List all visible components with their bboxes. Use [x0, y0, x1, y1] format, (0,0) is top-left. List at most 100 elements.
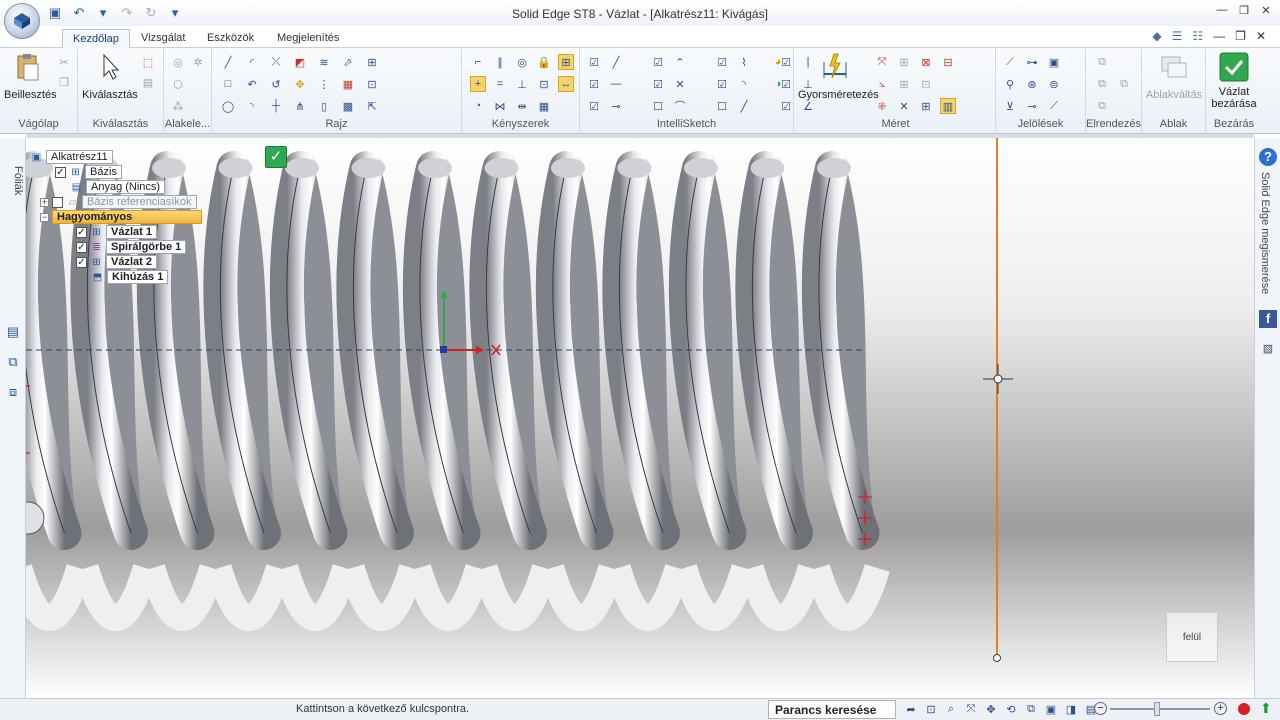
collapse-icon[interactable]: − [40, 212, 49, 222]
is-check-7[interactable]: ☑ [714, 76, 730, 92]
select-button[interactable]: Kiválasztás [82, 52, 138, 101]
callout-icon[interactable]: ⟋ [1002, 54, 1018, 70]
fill-icon[interactable]: ◩ [292, 54, 308, 70]
pathfinder-icon[interactable]: ▤ [4, 324, 22, 342]
move-icon[interactable]: ✥ [292, 76, 308, 92]
split-icon[interactable]: ⋮ [316, 76, 332, 92]
tree-item-sketch1[interactable]: ✓ ⊞ Vázlat 1 [76, 225, 157, 239]
arrange-3-icon[interactable]: ⧉ [1116, 76, 1132, 92]
sketch-view-icon[interactable]: ▣ [1044, 702, 1058, 716]
smart-dimension-button[interactable]: Gyorsméretezés [798, 52, 879, 101]
expand-icon[interactable]: + [40, 197, 49, 207]
tree-item-material[interactable]: ▤ Anyag (Nincs) [70, 180, 166, 194]
collinear-icon[interactable]: ⇹ [514, 98, 530, 114]
help-icon[interactable]: ? [1259, 148, 1277, 166]
dim-4-icon[interactable]: ⊟ [940, 54, 956, 70]
tab-vizsgalat[interactable]: Vizsgálat [131, 29, 195, 49]
weld-icon[interactable]: ⊜ [1046, 76, 1062, 92]
doc-close-icon[interactable]: ✕ [1256, 29, 1266, 43]
split-curve-icon[interactable]: ┼ [268, 98, 284, 114]
line-icon[interactable]: ╱ [220, 54, 236, 70]
balloon-icon[interactable]: ⊶ [1024, 54, 1040, 70]
dim-6-icon[interactable]: ⊞ [896, 76, 912, 92]
intersection-icon[interactable]: ⊡ [364, 76, 380, 92]
minimize-icon[interactable]: — [1216, 4, 1228, 17]
tab-kezdolap[interactable]: Kezdőlap [62, 29, 130, 49]
equal-icon[interactable]: = [492, 76, 508, 92]
graphics-window[interactable] [26, 138, 1254, 698]
tab-megjelenites[interactable]: Megjelenítés [267, 29, 349, 49]
construction-icon[interactable]: ▯ [316, 98, 332, 114]
parallel-icon[interactable]: ∥ [492, 54, 508, 70]
record-icon[interactable] [1238, 703, 1250, 715]
color-icon[interactable]: ◕ [770, 54, 786, 70]
tree-item-sketch2[interactable]: ✓ ⊞ Vázlat 2 [76, 255, 157, 269]
dim-2-icon[interactable]: ⊞ [896, 54, 912, 70]
lock-icon[interactable]: 🔒 [536, 54, 552, 70]
trim-icon[interactable]: ⤬ [268, 54, 284, 70]
command-search-input[interactable]: Parancs keresése [768, 700, 896, 719]
features-icon[interactable]: ⧉ [4, 354, 22, 372]
offset-icon[interactable]: ≋ [316, 54, 332, 70]
symmetric-icon[interactable]: ⋈ [492, 98, 508, 114]
tangent-icon[interactable]: ◔ [470, 98, 486, 114]
select-filter-icon[interactable]: ▤ [140, 74, 156, 90]
arrange-1-icon[interactable]: ⧉ [1094, 54, 1110, 70]
dim-3-icon[interactable]: ⊠ [918, 54, 934, 70]
perpendicular-icon[interactable]: ⊥ [514, 76, 530, 92]
tree-item-base-refs[interactable]: + ▱ Bázis referenciasíkok [40, 195, 197, 209]
learn-solid-edge-tab[interactable]: Solid Edge megismerése [1259, 172, 1271, 294]
feature-control-icon[interactable]: ⊸ [1024, 98, 1040, 114]
is-intersection-icon[interactable]: ✕ [672, 76, 688, 92]
paste-button[interactable]: Beillesztés [4, 52, 57, 101]
view-orient-icon[interactable]: ⧉ [1024, 702, 1038, 716]
fill-region-icon[interactable]: ▩ [340, 98, 356, 114]
extend-icon[interactable]: ↺ [268, 76, 284, 92]
rigid-set-icon[interactable]: ⊡ [536, 76, 552, 92]
coordinate-dim-icon[interactable]: ⁜ [874, 98, 890, 114]
arc-icon[interactable]: ◜ [244, 54, 260, 70]
is-check-11[interactable]: ☐ [714, 98, 730, 114]
project-icon[interactable]: ⊞ [364, 54, 380, 70]
is-endpoint-icon[interactable]: ╱ [608, 54, 624, 70]
convert-icon[interactable]: ⇱ [364, 98, 380, 114]
pattern-icon[interactable]: ▦ [340, 76, 356, 92]
is-midpoint-icon[interactable]: ⌃ [672, 54, 688, 70]
sketch2-checkbox[interactable]: ✓ [76, 256, 87, 268]
angle-between-icon[interactable]: ⦣ [874, 76, 890, 92]
circle-feature-icon[interactable]: ◎ [170, 54, 186, 70]
fillet-icon[interactable]: ◝ [244, 98, 260, 114]
is-onelement-icon[interactable]: ⊸ [608, 98, 624, 114]
share-icon[interactable]: ➦ [904, 702, 918, 716]
arrange-4-icon[interactable]: ⧉ [1094, 98, 1110, 114]
dim-10-icon[interactable]: ⊞ [918, 98, 934, 114]
is-grid-icon[interactable]: ╱ [736, 98, 752, 114]
zoom-slider-track[interactable] [1110, 708, 1210, 710]
rectangle-icon[interactable]: □ [220, 76, 236, 92]
connect-icon[interactable]: ⌐ [470, 54, 486, 70]
pan-icon[interactable]: ✥ [984, 702, 998, 716]
concentric-icon[interactable]: ◎ [514, 54, 530, 70]
layout-icon[interactable]: ☰ [1172, 29, 1183, 43]
hex-feature-icon[interactable]: ⬡ [170, 76, 186, 92]
gear-feature-icon[interactable]: ✲ [190, 54, 206, 70]
news-icon[interactable]: ▧ [1259, 342, 1277, 360]
select-tool-icon[interactable]: ⬚ [140, 54, 156, 70]
leader-icon[interactable]: ⚲ [1002, 76, 1018, 92]
is-check-2[interactable]: ☑ [650, 54, 666, 70]
doc-minimize-icon[interactable]: — [1213, 29, 1225, 43]
close-icon[interactable]: ✕ [1260, 4, 1272, 17]
doc-restore-icon[interactable]: ❐ [1235, 29, 1246, 43]
base-checkbox[interactable]: ✓ [55, 166, 66, 178]
zoom-icon[interactable]: ⌕ [944, 702, 958, 716]
rotate-icon[interactable]: ⟲ [1004, 702, 1018, 716]
render-mode-icon[interactable]: ◨ [1064, 702, 1078, 716]
is-silhouette-icon[interactable]: ⌒ [672, 98, 688, 114]
distance-between-icon[interactable]: ⤧ [874, 54, 890, 70]
family-icon[interactable]: ⧈ [4, 384, 22, 402]
dim-7-icon[interactable]: ⊡ [918, 76, 934, 92]
tab-eszkozok[interactable]: Eszközök [197, 29, 264, 49]
style-icon[interactable]: ◑ [770, 76, 786, 92]
view-orientation-cube[interactable]: felül [1166, 612, 1218, 662]
tangent-arc-icon[interactable]: ↶ [244, 76, 260, 92]
